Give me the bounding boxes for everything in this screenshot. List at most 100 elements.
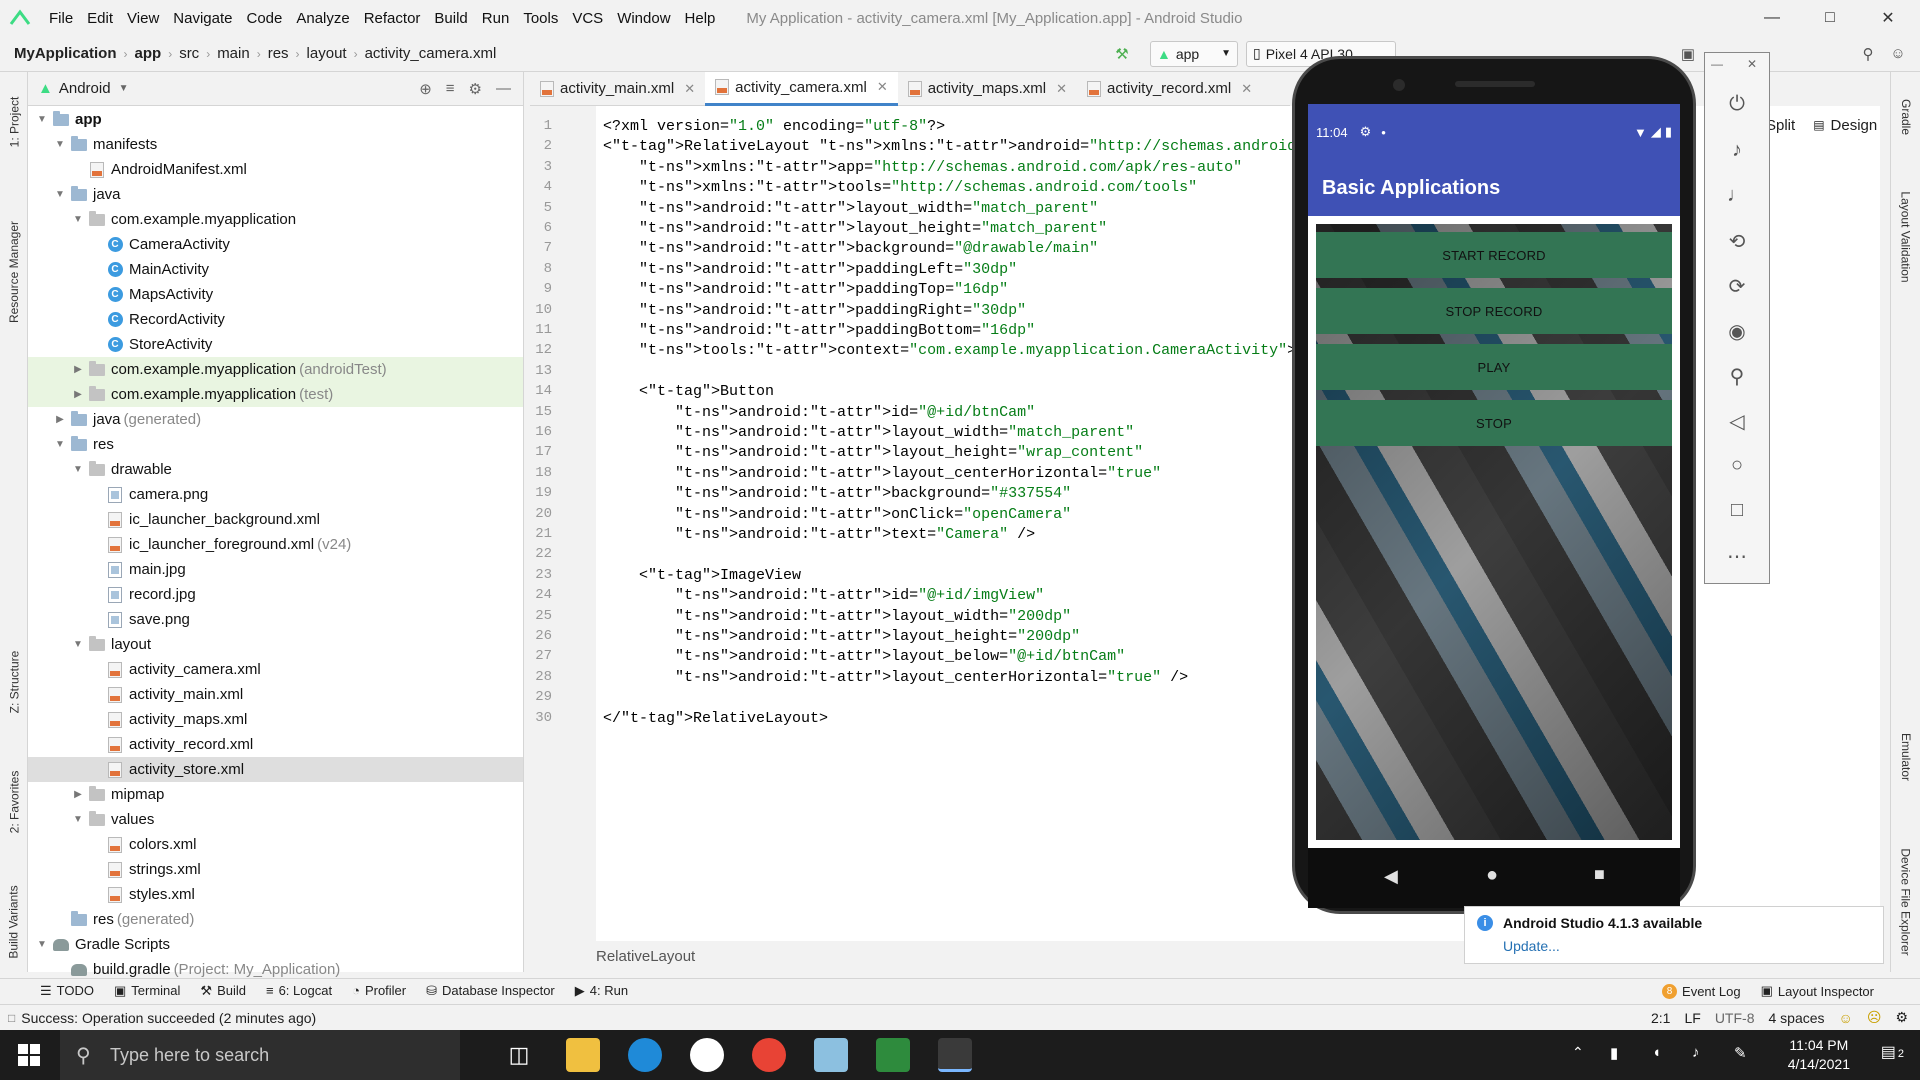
tab-build-variants[interactable]: Build Variants (0, 872, 28, 972)
bottom-tool-todo[interactable]: ☰ TODO (30, 983, 104, 999)
indent-setting[interactable]: 4 spaces (1768, 1010, 1824, 1026)
tree-item[interactable]: main.jpg (28, 557, 523, 582)
tree-item[interactable]: camera.png (28, 482, 523, 507)
code-line[interactable]: "t-ns">tools:"t-attr">context="com.examp… (603, 342, 1296, 359)
breadcrumb-item[interactable]: MyApplication (10, 45, 121, 62)
code-line[interactable]: "t-ns">android:"t-attr">id="@+id/btnCam" (603, 404, 1035, 421)
tree-item[interactable]: ▼ values (28, 807, 523, 832)
tree-item[interactable]: C StoreActivity (28, 332, 523, 357)
tree-item[interactable]: AndroidManifest.xml (28, 157, 523, 182)
edge-icon[interactable] (628, 1038, 662, 1072)
tree-item[interactable]: strings.xml (28, 857, 523, 882)
expand-arrow-icon[interactable]: ▼ (70, 214, 86, 225)
battery-icon[interactable]: ▮ (1610, 1044, 1618, 1062)
locate-icon[interactable]: ⊕ (419, 80, 432, 98)
tab-layout-validation[interactable]: Layout Validation (1891, 172, 1920, 302)
close-tab-icon[interactable]: ✕ (877, 79, 888, 95)
hammer-icon[interactable]: ⚒ (1110, 42, 1134, 66)
app-button-start-record[interactable]: START RECORD (1316, 232, 1672, 278)
maximize-button[interactable]: □ (1801, 0, 1859, 36)
zoom-icon[interactable]: ⚲ (1705, 364, 1769, 389)
expand-arrow-icon[interactable]: ▼ (52, 439, 68, 450)
code-line[interactable]: "t-ns">android:"t-attr">background="#337… (603, 485, 1071, 502)
menu-navigate[interactable]: Navigate (166, 10, 239, 27)
volume-up-icon[interactable]: ♪ (1705, 139, 1769, 162)
pen-icon[interactable]: ✎ (1734, 1044, 1747, 1062)
tree-item[interactable]: ic_launcher_background.xml (28, 507, 523, 532)
breadcrumb-item[interactable]: layout (303, 45, 351, 62)
sdk-manager-icon[interactable]: ▣ (1676, 42, 1700, 66)
search-icon[interactable]: ⚲ (1856, 42, 1880, 66)
app-button-play[interactable]: PLAY (1316, 344, 1672, 390)
collapse-arrow-icon[interactable]: ▶ (70, 389, 86, 400)
expand-arrow-icon[interactable]: ▼ (70, 814, 86, 825)
code-line[interactable]: "t-ns">android:"t-attr">paddingTop="16dp… (603, 281, 1008, 298)
tree-item[interactable]: C MapsActivity (28, 282, 523, 307)
tree-item[interactable]: activity_main.xml (28, 682, 523, 707)
sad-face-icon[interactable]: ☹ (1867, 1009, 1882, 1026)
tree-item[interactable]: save.png (28, 607, 523, 632)
power-icon[interactable]: ⏻ (1705, 93, 1769, 116)
word-icon[interactable] (690, 1038, 724, 1072)
file-encoding[interactable]: UTF-8 (1715, 1010, 1755, 1026)
tree-item[interactable]: colors.xml (28, 832, 523, 857)
tab-project[interactable]: 1: Project (0, 82, 28, 162)
menu-vcs[interactable]: VCS (565, 10, 610, 27)
android-studio-taskbar-icon[interactable] (938, 1038, 972, 1072)
back-icon[interactable]: ◁ (1705, 409, 1769, 434)
code-line[interactable]: "t-ns">android:"t-attr">paddingRight="30… (603, 302, 1026, 319)
home-icon[interactable]: ○ (1705, 454, 1769, 477)
breadcrumb-item[interactable]: activity_camera.xml (361, 45, 501, 62)
code-line[interactable]: <"t-tag">ImageView (603, 567, 801, 584)
code-line[interactable]: "t-ns">android:"t-attr">id="@+id/imgView… (603, 587, 1044, 604)
breadcrumb-item[interactable]: src (175, 45, 203, 62)
menu-window[interactable]: Window (610, 10, 677, 27)
minimize-button[interactable]: — (1743, 0, 1801, 36)
close-tab-icon[interactable]: ✕ (1241, 81, 1252, 97)
code-line[interactable]: <?xml version="1.0" encoding="utf-8"?> (603, 118, 945, 135)
tree-item[interactable]: activity_maps.xml (28, 707, 523, 732)
memory-icon[interactable]: ⚙ (1895, 1009, 1908, 1026)
menu-edit[interactable]: Edit (80, 10, 120, 27)
back-icon[interactable]: ◀ (1384, 866, 1398, 887)
design-view-button[interactable]: Design (1831, 117, 1878, 134)
code-line[interactable]: "t-ns">android:"t-attr">layout_below="@+… (603, 648, 1125, 665)
volume-icon[interactable]: ♪ (1692, 1044, 1700, 1061)
expand-arrow-icon[interactable]: ▼ (52, 189, 68, 200)
tree-item[interactable]: activity_store.xml (28, 757, 523, 782)
editor-tab[interactable]: activity_camera.xml ✕ (705, 71, 898, 106)
tree-item[interactable]: activity_record.xml (28, 732, 523, 757)
menu-tools[interactable]: Tools (516, 10, 565, 27)
bottom-tool-profiler[interactable]: ◔ Profiler (342, 983, 416, 998)
task-view-icon[interactable]: ◫ (502, 1038, 536, 1072)
rotate-left-icon[interactable]: ⟲ (1705, 229, 1769, 254)
tree-item[interactable]: ▶ com.example.myapplication (androidTest) (28, 357, 523, 382)
editor-breadcrumb[interactable]: RelativeLayout (596, 948, 695, 972)
collapse-arrow-icon[interactable]: ▶ (70, 364, 86, 375)
tree-item[interactable]: C CameraActivity (28, 232, 523, 257)
expand-arrow-icon[interactable]: ▼ (34, 114, 50, 125)
close-tab-icon[interactable]: ✕ (684, 81, 695, 97)
tab-gradle[interactable]: Gradle (1891, 82, 1920, 152)
tree-item[interactable]: res (generated) (28, 907, 523, 932)
bottom-tool-terminal[interactable]: ▣ Terminal (104, 983, 190, 999)
menu-refactor[interactable]: Refactor (357, 10, 428, 27)
menu-file[interactable]: File (42, 10, 80, 27)
expand-arrow-icon[interactable]: ▼ (70, 639, 86, 650)
app-button-stop-record[interactable]: STOP RECORD (1316, 288, 1672, 334)
tree-item[interactable]: ▼ com.example.myapplication (28, 207, 523, 232)
tree-item[interactable]: ▼ drawable (28, 457, 523, 482)
editor-tab[interactable]: activity_main.xml ✕ (530, 72, 705, 106)
volume-down-icon[interactable]: ♩ (1705, 184, 1769, 207)
code-line[interactable]: "t-ns">android:"t-attr">layout_width="ma… (603, 200, 1098, 217)
tree-item[interactable]: ▼ layout (28, 632, 523, 657)
hide-icon[interactable]: — (496, 80, 511, 98)
menu-code[interactable]: Code (239, 10, 289, 27)
menu-view[interactable]: View (120, 10, 166, 27)
screenshot-icon[interactable]: ◉ (1705, 319, 1769, 344)
tree-item[interactable]: ▼ Gradle Scripts (28, 932, 523, 957)
chevron-up-icon[interactable]: ⌃ (1572, 1044, 1584, 1061)
tree-item[interactable]: ic_launcher_foreground.xml (v24) (28, 532, 523, 557)
update-link[interactable]: Update... (1503, 938, 1560, 954)
expand-arrow-icon[interactable]: ▼ (52, 139, 68, 150)
